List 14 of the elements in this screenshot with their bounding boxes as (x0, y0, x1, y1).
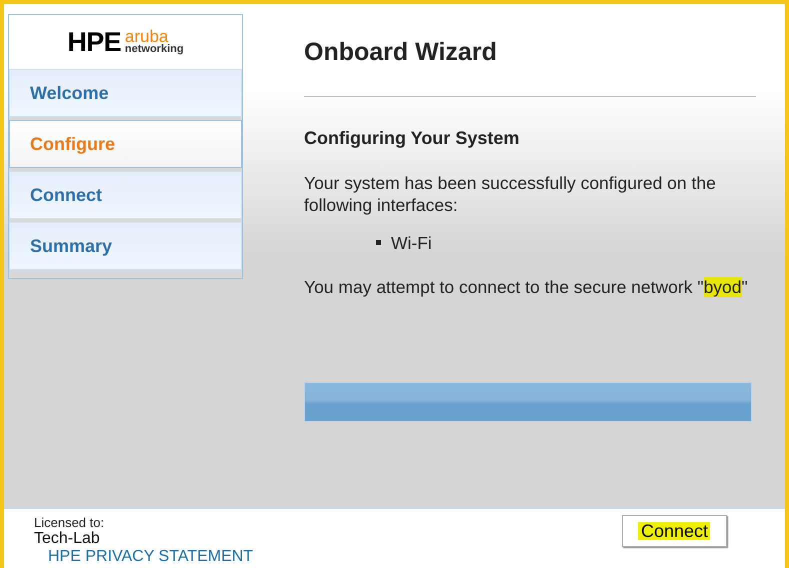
licensee-name: Tech-Lab (34, 530, 100, 548)
nav-tab[interactable]: Summary (9, 222, 242, 270)
privacy-link[interactable]: HPE PRIVACY STATEMENT (48, 548, 254, 566)
nav-tab[interactable]: Welcome (9, 69, 242, 117)
section-title: Configuring Your System (304, 126, 520, 150)
network-message: You may attempt to connect to the secure network "byod" (304, 276, 749, 298)
licensed-label: Licensed to: (34, 515, 104, 530)
connect-button[interactable]: Connect (622, 515, 727, 547)
page-title: Onboard Wizard (304, 34, 497, 96)
interface-item: Wi-Fi (391, 232, 432, 254)
bullet-icon (376, 240, 381, 246)
message: Your system has been successfully configured on the following interfaces: (304, 172, 717, 216)
nav-tab[interactable]: Configure (9, 120, 242, 168)
nav-tab[interactable]: Connect (9, 171, 242, 219)
